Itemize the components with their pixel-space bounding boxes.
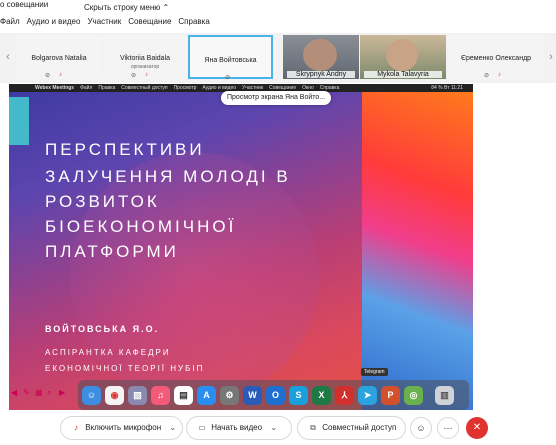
telegram-icon[interactable]: ➤ <box>358 385 377 405</box>
prev-arrow-icon[interactable]: ◀ <box>11 388 21 398</box>
start-video-button[interactable]: ▭ Начать видео ⌄ <box>186 416 292 440</box>
menu-participant[interactable]: Участник <box>87 17 121 26</box>
chevron-right-icon[interactable]: › <box>545 51 556 65</box>
next-arrow-icon[interactable]: ▶ <box>59 388 69 398</box>
participant-video <box>303 39 337 71</box>
settings-icon[interactable]: ⚙ <box>220 385 239 405</box>
smile-icon: ☺ <box>416 423 426 433</box>
desktop-wallpaper <box>362 92 473 410</box>
mac-dock: ☺ ◉ ▧ ♫ ▤ A ⚙ W O S X ⅄ ➤ P ◎ ▥ <box>78 380 469 410</box>
menu-meeting[interactable]: Совещание <box>128 17 171 26</box>
slide-accent-bar <box>9 97 29 145</box>
webex-window: о совещании Файл Аудио и видео Участник … <box>0 0 556 445</box>
menu-audio-video[interactable]: Аудио и видео <box>27 17 81 26</box>
slide-nav: ◀ ✎ ▦ ⌕ ▶ <box>11 388 71 398</box>
muted-mic-icon: ♪ <box>145 72 148 78</box>
app-store-icon[interactable]: A <box>197 385 216 405</box>
shared-screen: Webex Meetings Файл Правка Совместный до… <box>9 84 473 410</box>
skype-icon[interactable]: S <box>289 385 308 405</box>
dock-tooltip: Telegram <box>361 368 388 376</box>
slide-position: АСПІРАНТКА КАФЕДРИ <box>45 348 171 357</box>
share-button[interactable]: ⧉ Совместный доступ <box>297 416 406 440</box>
mute-icon: ⊘ <box>484 73 490 79</box>
outlook-icon[interactable]: O <box>266 385 285 405</box>
chevron-up-icon: ⌃ <box>162 3 170 12</box>
chevron-down-icon[interactable]: ⌄ <box>270 423 277 432</box>
participant-video-tile[interactable]: Skrypnyk Andriy <box>283 35 359 79</box>
slide-department: ЕКОНОМІЧНОЇ ТЕОРІЇ НУБІП <box>45 364 205 373</box>
participant-tile[interactable]: Єременко Олександр ⊘ ♪ <box>448 35 544 79</box>
share-screen-icon: ⧉ <box>310 423 316 432</box>
participant-video <box>386 39 418 71</box>
meeting-controls: ♪ Включить микрофон ⌄ ▭ Начать видео ⌄ ⧉… <box>0 411 556 445</box>
slide-title-line: ПЕРСПЕКТИВИ <box>45 140 205 159</box>
more-icon: ⋯ <box>443 423 453 433</box>
slide-title-line: ЗАЛУЧЕННЯ МОЛОДІ В <box>45 167 291 186</box>
more-options-button[interactable]: ⋯ <box>437 417 459 439</box>
participant-video-tile[interactable]: Mykola Talavyria <box>360 35 446 79</box>
music-icon[interactable]: ♫ <box>151 385 170 405</box>
video-off-icon: ▭ <box>198 423 206 432</box>
chevron-down-icon[interactable]: ⌄ <box>169 423 176 432</box>
muted-mic-icon: ♪ <box>74 423 78 432</box>
trash-icon[interactable]: ▥ <box>435 385 454 405</box>
slide-title-line: БІОЕКОНОМІЧНОЇ <box>45 217 237 236</box>
powerpoint-icon[interactable]: P <box>381 385 400 405</box>
unmute-button[interactable]: ♪ Включить микрофон ⌄ <box>60 416 183 440</box>
muted-mic-icon: ♪ <box>59 72 62 78</box>
menu-help[interactable]: Справка <box>178 17 209 26</box>
speaking-icon: ⊘ <box>225 75 231 81</box>
participant-strip: ‹ Bolgarova Natalia ⊘ ♪ Viktoriia Baidal… <box>0 33 556 83</box>
webex-icon[interactable]: ◎ <box>404 385 423 405</box>
calendar-icon[interactable]: ▤ <box>174 385 193 405</box>
reactions-button[interactable]: ☺ <box>410 417 432 439</box>
slide-title-line: РОЗВИТОК <box>45 192 160 211</box>
chrome-icon[interactable]: ◉ <box>105 385 124 405</box>
chevron-left-icon[interactable]: ‹ <box>2 51 14 65</box>
grid-icon[interactable]: ▦ <box>35 388 45 398</box>
close-icon: ✕ <box>472 422 482 433</box>
menu-file[interactable]: Файл <box>0 17 20 26</box>
end-call-button[interactable]: ✕ <box>466 417 488 439</box>
acrobat-icon[interactable]: ⅄ <box>335 385 354 405</box>
participant-tile[interactable]: Viktoriia Baidala организатор ⊘ ♪ <box>103 35 187 79</box>
hide-menu-button[interactable]: Скрыть строку меню ⌃ <box>84 3 169 12</box>
slide-author: ВОЙТОВСЬКА Я.О. <box>45 324 160 334</box>
participant-tile-active[interactable]: Яна Войтовська ⊘ <box>188 35 273 81</box>
muted-mic-icon: ♪ <box>498 72 501 78</box>
presentation-slide: ПЕРСПЕКТИВИ ЗАЛУЧЕННЯ МОЛОДІ В РОЗВИТОК … <box>9 92 362 410</box>
mute-icon: ⊘ <box>45 73 51 79</box>
pen-icon[interactable]: ✎ <box>23 388 33 398</box>
finder-icon[interactable]: ☺ <box>82 385 101 405</box>
participant-tile[interactable]: Bolgarova Natalia ⊘ ♪ <box>17 35 101 79</box>
slide-title-line: ПЛАТФОРМИ <box>45 242 179 261</box>
mute-icon: ⊘ <box>131 73 137 79</box>
preview-icon[interactable]: ▧ <box>128 385 147 405</box>
excel-icon[interactable]: X <box>312 385 331 405</box>
word-icon[interactable]: W <box>243 385 262 405</box>
search-icon[interactable]: ⌕ <box>47 388 57 398</box>
viewing-screen-tooltip: Просмотр экрана Яна Войто... <box>221 91 332 105</box>
